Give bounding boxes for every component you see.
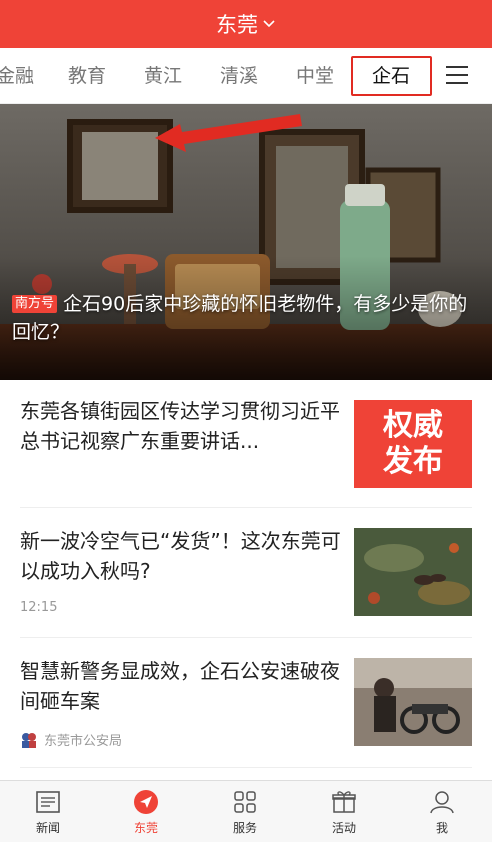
nav-dongguan[interactable]: 东莞 — [116, 789, 176, 836]
nav-label: 服务 — [232, 821, 257, 835]
hero-title: 企石90后家中珍藏的怀旧老物件，有多少是你的回忆？ — [12, 293, 468, 343]
nav-activity[interactable]: 活动 — [314, 789, 374, 836]
newspaper-icon — [36, 791, 60, 813]
nav-label: 新闻 — [35, 821, 60, 835]
menu-icon[interactable] — [446, 66, 468, 86]
news-thumbnail — [354, 658, 472, 746]
tab-qingxi[interactable]: 清溪 — [220, 48, 258, 104]
news-item[interactable]: 新一波冷空气已“发货”！这次东莞可以成功入秋吗? 12:15 — [20, 508, 472, 638]
thumb-text-line-2: 发布 — [383, 444, 443, 479]
city-selector[interactable]: 东莞 — [0, 0, 492, 48]
bottom-nav: 新闻 东莞 服务 活动 我 — [0, 780, 492, 842]
tab-zhongtang[interactable]: 中堂 — [296, 48, 334, 104]
tab-jiaoyu[interactable]: 教育 — [68, 48, 106, 104]
hero-article[interactable]: 南方号 企石90后家中珍藏的怀旧老物件，有多少是你的回忆？ — [0, 104, 492, 380]
news-title: 智慧新警务显成效，企石公安速破夜间砸车案 — [20, 659, 340, 713]
grid-icon — [234, 791, 256, 813]
tab-jinrong[interactable]: 金融 — [0, 48, 34, 104]
tab-huangjiang[interactable]: 黄江 — [144, 48, 182, 104]
hero-caption: 南方号 企石90后家中珍藏的怀旧老物件，有多少是你的回忆？ — [12, 290, 482, 346]
active-tab-highlight-box — [351, 56, 432, 96]
police-avatar-icon — [22, 732, 36, 748]
news-time: 12:15 — [20, 600, 58, 615]
nav-me[interactable]: 我 — [412, 789, 472, 836]
source-name: 东莞市公安局 — [44, 734, 123, 749]
news-item[interactable]: 智慧新警务显成效，企石公安速破夜间砸车案 东莞市公安局 — [20, 638, 472, 768]
thumb-text-line-1: 权威 — [383, 408, 443, 443]
nav-label: 东莞 — [133, 821, 158, 835]
nav-news[interactable]: 新闻 — [18, 789, 78, 836]
city-label: 东莞 — [216, 13, 258, 37]
gift-icon — [332, 791, 356, 813]
news-item[interactable]: 东莞各镇街园区传达学习贯彻习近平总书记视察广东重要讲话... 权威 发布 — [20, 380, 472, 508]
location-arrow-icon — [134, 790, 158, 814]
nav-label: 活动 — [331, 821, 356, 835]
nav-service[interactable]: 服务 — [215, 789, 275, 836]
source-badge: 南方号 — [12, 295, 58, 313]
news-source: 东莞市公安局 — [20, 730, 122, 749]
news-title: 东莞各镇街园区传达学习贯彻习近平总书记视察广东重要讲话... — [20, 399, 340, 453]
user-icon — [430, 791, 454, 814]
news-thumbnail — [354, 528, 472, 616]
chevron-down-icon — [263, 20, 275, 28]
nav-label: 我 — [435, 821, 448, 835]
news-thumbnail: 权威 发布 — [354, 400, 472, 488]
channel-tabs: 金融 教育 黄江 清溪 中堂 企石 — [0, 48, 492, 104]
news-title: 新一波冷空气已“发货”！这次东莞可以成功入秋吗? — [20, 529, 341, 583]
